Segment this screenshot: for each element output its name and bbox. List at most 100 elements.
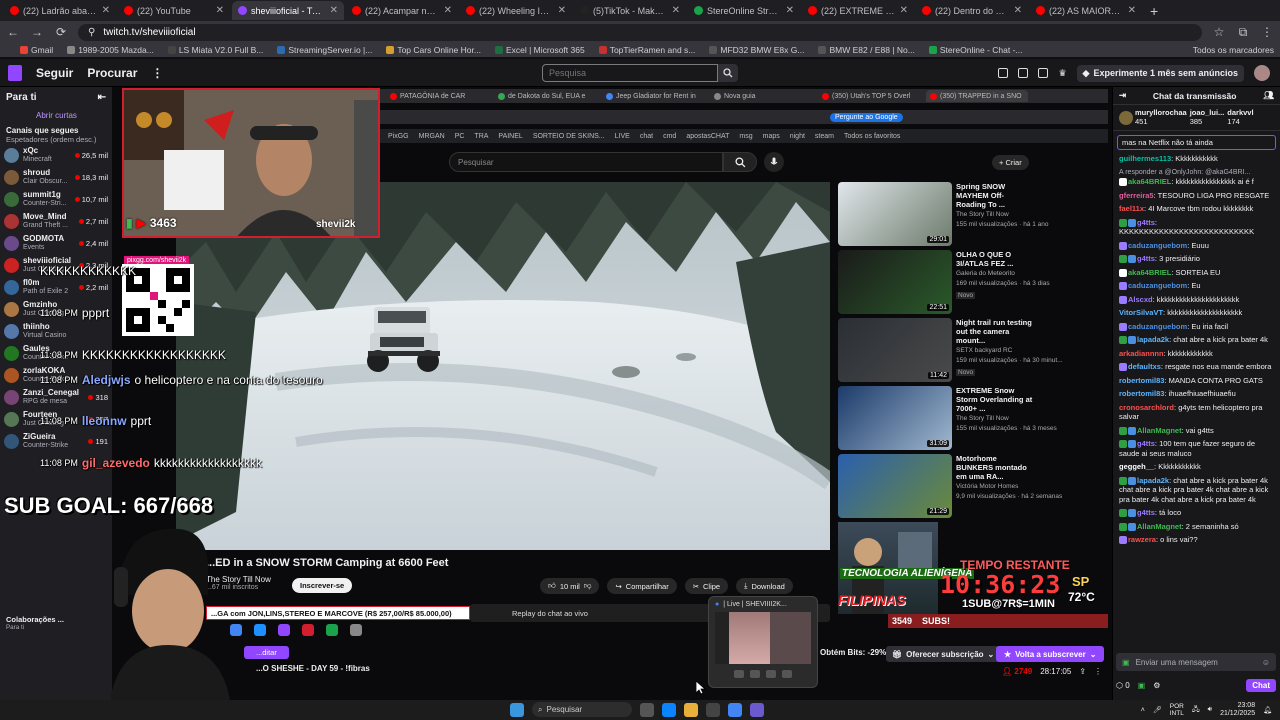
sidebar-channel[interactable]: xQc Minecraft 26,5 mil: [0, 144, 112, 166]
preview-control-icon[interactable]: [782, 670, 792, 678]
chat-username[interactable]: Alscxd: [1128, 295, 1153, 304]
chat-users-icon[interactable]: 👥︎: [1263, 90, 1274, 101]
share-icon[interactable]: ⇪: [1079, 667, 1086, 676]
volume-icon[interactable]: 🔊︎: [1208, 706, 1212, 714]
sidebar-channel[interactable]: Zanzi_Cenegal RPG de mesa 318: [0, 386, 112, 408]
nav-following[interactable]: Seguir: [36, 66, 73, 80]
rewards-icon[interactable]: ▣: [1138, 681, 1146, 690]
forward-icon[interactable]: →: [30, 25, 44, 39]
more-icon[interactable]: ⋮: [151, 66, 163, 80]
bookmark-item[interactable]: Gmail: [20, 45, 53, 55]
chat-username[interactable]: fael11x: [1119, 204, 1144, 213]
bookmark-item[interactable]: MFD32 BMW E8x G...: [709, 45, 804, 55]
inbox-icon[interactable]: [998, 68, 1009, 78]
channel-points-icon[interactable]: ⬡ 0: [1116, 681, 1130, 690]
search-input[interactable]: [542, 64, 718, 82]
taskbar-search[interactable]: ⌕ Pesquisar: [532, 702, 632, 717]
clock[interactable]: 23:08 21/12/2025: [1220, 702, 1255, 718]
chat-username[interactable]: rawzera: [1128, 535, 1156, 544]
gift-sub-button[interactable]: 🎁︎ Oferecer subscrição ⌄: [886, 646, 1001, 662]
preview-control-icon[interactable]: [766, 670, 776, 678]
notification-bell-icon[interactable]: 🔔︎: [1263, 706, 1272, 714]
chat-username[interactable]: caduzanguebom: [1128, 281, 1187, 290]
preview-control-icon[interactable]: [750, 670, 760, 678]
chat-badge-icon[interactable]: ▣: [1122, 658, 1130, 667]
bookmark-item[interactable]: 1989-2005 Mazda...: [67, 45, 154, 55]
chat-username[interactable]: AllanMagnet: [1137, 522, 1182, 531]
browser-tab[interactable]: (22) Ladrão abandona moto n ✕: [4, 1, 116, 20]
chat-username[interactable]: aka64BRIEL: [1128, 177, 1171, 186]
open-shorts-link[interactable]: Abrir curtas: [0, 107, 112, 126]
close-icon[interactable]: ✕: [672, 5, 680, 16]
chat-username[interactable]: defaultxs: [1128, 362, 1161, 371]
close-icon[interactable]: ✕: [558, 5, 566, 16]
leaderboard-entry[interactable]: joao_lui... 385: [1190, 109, 1225, 127]
browser-tab[interactable]: (22) Acampar na neve forte c ✕: [346, 1, 458, 20]
chat-username[interactable]: guilhermes113: [1119, 154, 1171, 163]
bookmark-item[interactable]: Top Cars Online Hor...: [386, 45, 481, 55]
new-tab-button[interactable]: +: [1144, 3, 1164, 19]
notifications-icon[interactable]: [1038, 68, 1049, 78]
collapse-chat-icon[interactable]: ⇥: [1119, 90, 1126, 101]
bookmark-item[interactable]: BMW E82 / E88 | No...: [818, 45, 915, 55]
followed-sort[interactable]: Espetadores (ordem desc.): [6, 135, 106, 144]
close-icon[interactable]: ✕: [1014, 5, 1022, 16]
windows-start-icon[interactable]: [510, 702, 524, 717]
chat-username[interactable]: robertomil83: [1119, 389, 1164, 398]
chat-username[interactable]: g4tts: [1137, 218, 1155, 227]
mic-icon[interactable]: 🎤︎: [1153, 706, 1162, 714]
leaderboard-entry[interactable]: muryllorochaa 451: [1119, 109, 1187, 126]
browser-tab[interactable]: StereOnline Stream - Watch L ✕: [688, 1, 800, 20]
bookmark-item[interactable]: Excel | Microsoft 365: [494, 45, 585, 55]
edge-icon[interactable]: [662, 702, 676, 717]
discord-icon[interactable]: [750, 702, 764, 717]
leaderboard-entry[interactable]: darkvvl 174: [1227, 109, 1253, 127]
get-bits-button[interactable]: Obtém Bits: -29%: [820, 648, 886, 657]
sidebar-channel[interactable]: ZiGueira Counter-Strike 191: [0, 430, 112, 452]
file-explorer-icon[interactable]: [684, 702, 698, 717]
chevron-up-icon[interactable]: ˄: [1141, 707, 1145, 714]
preview-control-icon[interactable]: [734, 670, 744, 678]
chat-username[interactable]: gferreira5: [1119, 191, 1154, 200]
chat-username[interactable]: AllanMagnet: [1137, 426, 1182, 435]
browser-tab[interactable]: (22) Dentro do Submundo Bra ✕: [916, 1, 1028, 20]
chat-username[interactable]: g4tts: [1137, 254, 1155, 263]
close-icon[interactable]: ✕: [330, 5, 338, 16]
sidebar-channel[interactable]: shroud Clair Obscur... 18,3 mil: [0, 166, 112, 188]
browser-tab[interactable]: (5)TikTok - Make Your Day ✕: [574, 1, 686, 20]
preview-thumbnail[interactable]: [715, 612, 811, 664]
bookmark-item[interactable]: TopTierRamen and s...: [598, 45, 695, 55]
chat-username[interactable]: VitorSilvaVT: [1119, 308, 1163, 317]
sidebar-channel[interactable]: thiinho Virtual Casino: [0, 320, 112, 342]
reload-icon[interactable]: ⟳: [54, 25, 68, 39]
crown-icon[interactable]: ♛: [1058, 68, 1066, 79]
prime-button[interactable]: ◆ Experimente 1 mês sem anúncios: [1076, 64, 1244, 82]
browser-tab[interactable]: (22) EXTREME BLIZZARD surv ✕: [802, 1, 914, 20]
twitch-logo-icon[interactable]: [8, 64, 22, 81]
chat-username[interactable]: robertomil83: [1119, 376, 1164, 385]
network-icon[interactable]: 🖧︎: [1192, 705, 1200, 716]
chat-username[interactable]: lapada2k: [1137, 476, 1169, 485]
close-icon[interactable]: ✕: [444, 5, 452, 16]
browser-tab[interactable]: (22) YouTube ✕: [118, 1, 230, 20]
emote-icon[interactable]: ☺: [1262, 658, 1270, 667]
close-icon[interactable]: ✕: [1128, 5, 1136, 16]
site-info-icon[interactable]: ⚲: [88, 27, 95, 38]
resubscribe-button[interactable]: ★ Volta a subscrever ⌄: [996, 646, 1105, 662]
bookmark-item[interactable]: StereOnline - Chat -...: [928, 45, 1022, 55]
bookmark-item[interactable]: StreamingServer.io |...: [277, 45, 372, 55]
extensions-icon[interactable]: ⧉: [1236, 25, 1250, 40]
sidebar-channel[interactable]: fl0m Path of Exile 2 2,2 mil: [0, 276, 112, 298]
url-field[interactable]: ⚲ twitch.tv/sheviiioficial: [78, 23, 1202, 41]
sidebar-channel[interactable]: GODMOTA Events 2,4 mil: [0, 232, 112, 254]
chat-username[interactable]: g4tts: [1137, 508, 1155, 517]
chat-username[interactable]: lapada2k: [1137, 335, 1169, 344]
chat-username[interactable]: caduzanguebom: [1128, 241, 1187, 250]
chat-username[interactable]: arkadiannnn: [1119, 349, 1164, 358]
browser-tab[interactable]: (22) Wheeling Into a Swamp ✕: [460, 1, 572, 20]
bookmark-item[interactable]: LS Miata V2.0 Full B...: [167, 45, 263, 55]
search-button[interactable]: [718, 64, 738, 82]
gear-icon[interactable]: ⚙: [1153, 681, 1160, 690]
chat-username[interactable]: g4tts: [1137, 439, 1155, 448]
language-indicator[interactable]: POR INTL: [1170, 703, 1184, 717]
